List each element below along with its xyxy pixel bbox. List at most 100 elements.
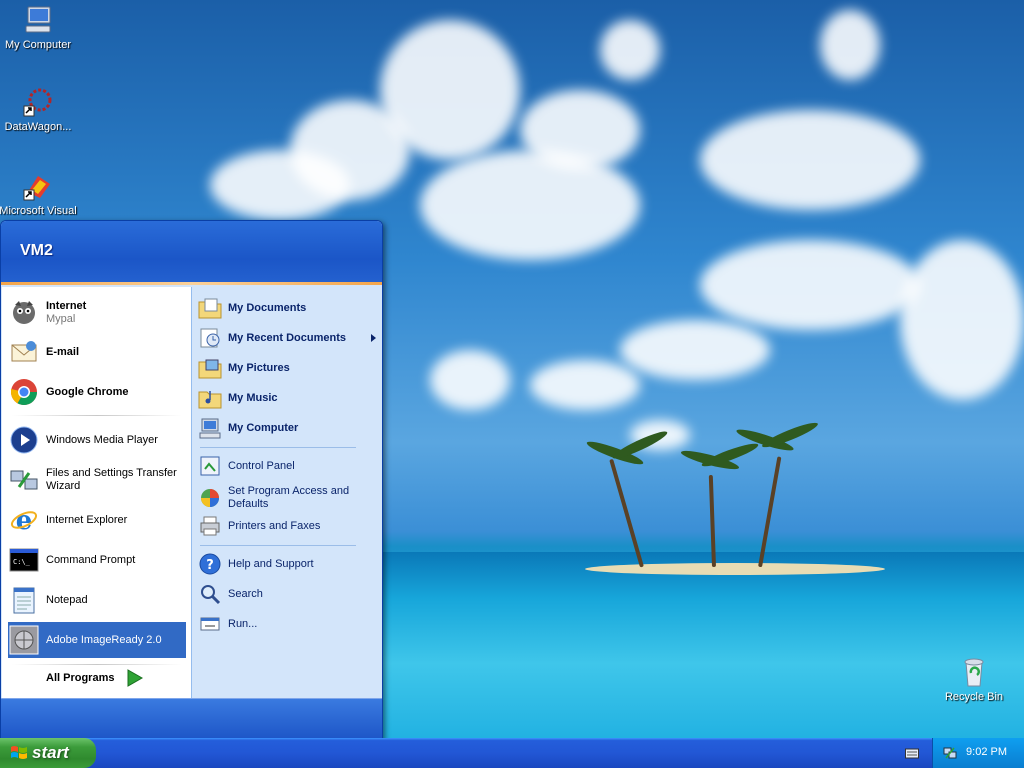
user-name: VM2 xyxy=(20,242,53,259)
desktop-icon-my-computer[interactable]: My Computer xyxy=(0,4,78,51)
internet-explorer-icon: e xyxy=(8,504,40,536)
cloud xyxy=(700,240,920,330)
recent-label: Windows Media Player xyxy=(46,433,158,446)
run-icon xyxy=(198,612,222,636)
visual-studio-icon xyxy=(23,176,50,201)
header-divider xyxy=(1,282,382,285)
menu-label: My Pictures xyxy=(228,361,290,374)
recent-internet-explorer[interactable]: e Internet Explorer xyxy=(8,503,186,537)
taskbar xyxy=(0,738,1024,768)
cloud xyxy=(820,10,880,80)
recent-windows-media-player[interactable]: Windows Media Player xyxy=(8,423,186,457)
imageready-icon xyxy=(8,624,40,656)
menu-label: My Documents xyxy=(228,301,307,314)
recent-label: Internet Explorer xyxy=(46,513,128,526)
pinned-label: Internet xyxy=(46,299,87,312)
menu-my-documents[interactable]: My Documents xyxy=(198,295,378,321)
menu-label: Printers and Faxes xyxy=(228,519,321,532)
pinned-sublabel: Mypal xyxy=(46,312,76,325)
menu-run[interactable]: Run... xyxy=(198,611,378,637)
menu-label: Help and Support xyxy=(228,557,314,570)
start-menu: VM2 Internet Mypal E-mail Google Chrome xyxy=(0,220,383,741)
transfer-wizard-icon xyxy=(8,464,40,496)
green-arrow-icon xyxy=(127,669,144,687)
recent-adobe-imageready[interactable]: Adobe ImageReady 2.0 xyxy=(8,622,186,658)
recent-label: Adobe ImageReady 2.0 xyxy=(46,633,162,646)
menu-label: Control Panel xyxy=(228,459,295,472)
control-panel-icon xyxy=(198,454,222,478)
desktop-icon-label: DataWagon... xyxy=(4,121,72,133)
cloud xyxy=(420,150,640,260)
pinned-label: E-mail xyxy=(46,345,80,358)
island xyxy=(585,563,885,575)
cloud xyxy=(900,240,1024,400)
menu-my-recent-documents[interactable]: My Recent Documents xyxy=(198,325,378,351)
cloud xyxy=(530,360,640,410)
keyboard-icon[interactable] xyxy=(905,747,919,759)
svg-text:e: e xyxy=(16,506,33,535)
help-icon: ? xyxy=(198,552,222,576)
menu-my-pictures[interactable]: My Pictures xyxy=(198,355,378,381)
notepad-icon xyxy=(8,584,40,616)
clock[interactable]: 9:02 PM xyxy=(966,746,1007,758)
menu-label: Set Program Access and Defaults xyxy=(228,485,350,510)
start-menu-header: VM2 xyxy=(1,221,382,285)
media-player-icon xyxy=(8,424,40,456)
computer-icon xyxy=(198,416,222,440)
menu-label: My Music xyxy=(228,391,278,404)
pinned-label: Google Chrome xyxy=(46,385,129,398)
menu-control-panel[interactable]: Control Panel xyxy=(198,453,378,479)
submenu-arrow-icon xyxy=(371,334,376,342)
printer-icon xyxy=(198,514,222,538)
menu-label: Run... xyxy=(228,617,258,630)
menu-label: My Recent Documents xyxy=(228,331,346,344)
separator xyxy=(12,664,182,665)
all-programs-label: All Programs xyxy=(46,672,115,684)
computer-icon xyxy=(25,6,51,33)
menu-help-support[interactable]: ? Help and Support xyxy=(198,551,378,577)
all-programs-button[interactable]: All Programs xyxy=(46,668,144,688)
desktop-icon-datawagon[interactable]: DataWagon... xyxy=(0,86,78,133)
desktop-icon-label: My Computer xyxy=(4,39,72,51)
menu-my-computer[interactable]: My Computer xyxy=(198,415,378,441)
menu-set-program-access[interactable]: Set Program Access and Defaults xyxy=(198,483,378,513)
chrome-icon xyxy=(8,376,40,408)
start-button[interactable]: start xyxy=(0,738,96,768)
mypal-icon xyxy=(8,296,40,328)
desktop-icon-microsoft-visual[interactable]: Microsoft Visual xyxy=(0,170,78,217)
menu-search[interactable]: Search xyxy=(198,581,378,607)
recent-files-settings-transfer[interactable]: Files and Settings Transfer Wizard xyxy=(8,463,186,497)
separator xyxy=(200,545,356,546)
recent-documents-icon xyxy=(198,326,222,350)
svg-text:?: ? xyxy=(206,558,214,573)
folder-music-icon xyxy=(198,386,222,410)
cloud xyxy=(600,20,660,80)
start-label: start xyxy=(32,743,69,762)
desktop-icon-label: Recycle Bin xyxy=(944,691,1004,703)
recent-label: Files and Settings Transfer Wizard xyxy=(46,467,177,492)
folder-pictures-icon xyxy=(198,356,222,380)
menu-my-music[interactable]: My Music xyxy=(198,385,378,411)
recycle-bin-icon xyxy=(964,658,984,687)
separator xyxy=(200,447,356,448)
cloud xyxy=(380,20,520,160)
start-menu-right-pane: My Documents My Recent Documents My Pict… xyxy=(191,287,382,698)
cloud xyxy=(620,320,770,380)
network-icon[interactable] xyxy=(943,746,957,760)
menu-printers-faxes[interactable]: Printers and Faxes xyxy=(198,513,378,539)
recent-command-prompt[interactable]: C:\_ Command Prompt xyxy=(8,543,186,577)
desktop-icon-recycle-bin[interactable]: Recycle Bin xyxy=(934,656,1014,703)
cloud xyxy=(430,350,510,410)
desktop-icon-label: Microsoft Visual xyxy=(0,205,77,217)
recent-label: Notepad xyxy=(46,593,88,606)
pinned-internet[interactable]: Internet Mypal xyxy=(8,294,186,330)
separator xyxy=(12,415,182,416)
pinned-email[interactable]: E-mail xyxy=(8,335,186,369)
start-menu-footer xyxy=(1,698,382,740)
pinned-google-chrome[interactable]: Google Chrome xyxy=(8,375,186,409)
svg-text:C:\_: C:\_ xyxy=(13,558,31,566)
command-prompt-icon: C:\_ xyxy=(8,544,40,576)
search-icon xyxy=(198,582,222,606)
start-menu-left-pane: Internet Mypal E-mail Google Chrome Wind… xyxy=(2,287,191,698)
recent-notepad[interactable]: Notepad xyxy=(8,583,186,617)
